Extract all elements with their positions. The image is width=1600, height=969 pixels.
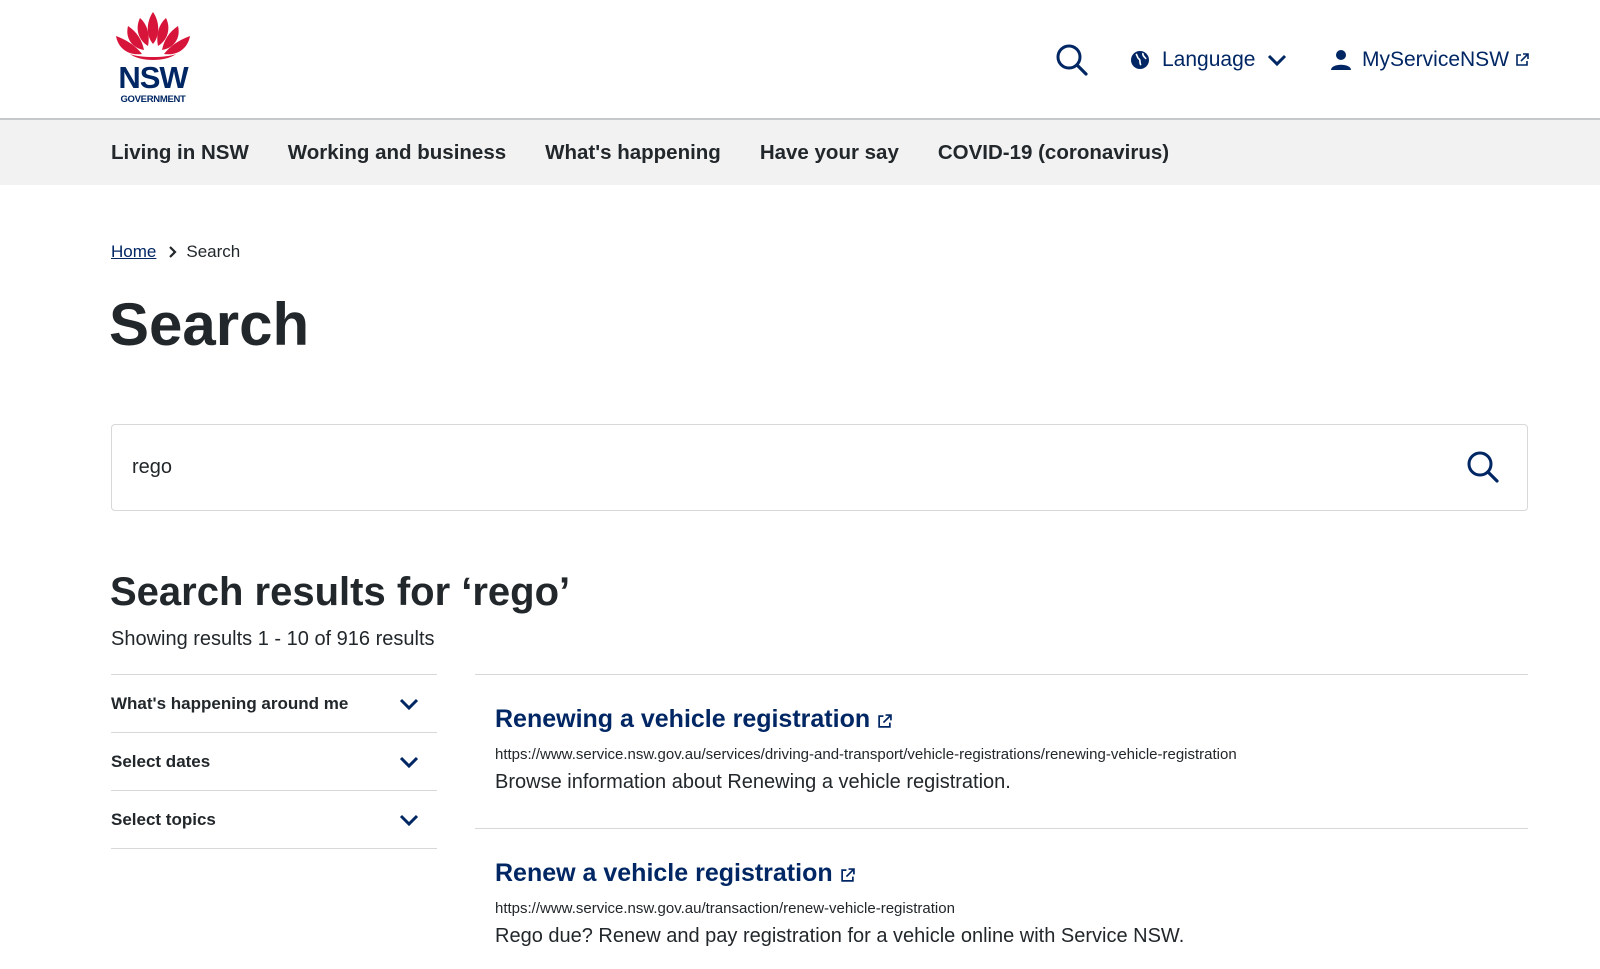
external-link-icon	[878, 714, 892, 728]
nav-item-working-and-business[interactable]: Working and business	[288, 141, 506, 165]
filter-panel: What's happening around me Select dates …	[111, 674, 437, 849]
results-heading: Search results for ‘rego’	[110, 570, 571, 614]
result-url: https://www.service.nsw.gov.au/services/…	[495, 746, 1237, 763]
logo-wordmark: NSW	[118, 60, 188, 95]
nav-item-living-in-nsw[interactable]: Living in NSW	[111, 141, 249, 165]
search-result: Renew a vehicle registration https://www…	[475, 829, 1528, 969]
result-description: Rego due? Renew and pay registration for…	[495, 925, 1185, 947]
language-selector[interactable]: Language	[1130, 44, 1287, 76]
header-search-button[interactable]	[1054, 42, 1090, 78]
nav-item-whats-happening[interactable]: What's happening	[545, 141, 721, 165]
language-label: Language	[1162, 48, 1256, 71]
breadcrumb-current: Search	[186, 242, 241, 261]
breadcrumb-home-link[interactable]: Home	[111, 242, 156, 262]
filter-label: Select topics	[111, 809, 216, 829]
filter-select-dates[interactable]: Select dates	[111, 733, 437, 791]
filter-label: Select dates	[111, 751, 211, 771]
search-icon	[1467, 451, 1499, 483]
myservicensw-link[interactable]: MyServiceNSW	[1330, 44, 1529, 76]
nsw-government-logo[interactable]: NSW GOVERNMENT	[110, 10, 200, 106]
chevron-down-icon	[1268, 54, 1287, 67]
site-header: NSW GOVERNMENT Language MyServiceNSW	[0, 0, 1600, 120]
search-form	[111, 424, 1528, 511]
search-submit-button[interactable]	[1465, 449, 1501, 485]
filter-select-topics[interactable]: Select topics	[111, 791, 437, 849]
globe-icon	[1131, 51, 1149, 69]
chevron-down-icon	[399, 814, 419, 826]
chevron-right-icon	[169, 246, 177, 258]
result-title: Renew a vehicle registration	[495, 859, 833, 887]
results-count: Showing results 1 - 10 of 916 results	[111, 628, 435, 650]
chevron-down-icon	[399, 698, 419, 710]
main-navigation: Living in NSW Working and business What'…	[0, 120, 1600, 185]
logo-subtitle: GOVERNMENT	[120, 94, 186, 105]
result-description: Browse information about Renewing a vehi…	[495, 771, 1011, 793]
search-input[interactable]	[132, 425, 1432, 510]
nav-item-covid-19[interactable]: COVID-19 (coronavirus)	[938, 141, 1169, 165]
breadcrumb: Home Search	[111, 242, 240, 262]
page-title: Search	[109, 291, 310, 358]
external-link-icon	[840, 868, 855, 882]
filter-whats-happening-around-me[interactable]: What's happening around me	[111, 675, 437, 733]
results-list: Renewing a vehicle registration https://…	[475, 674, 1528, 969]
result-title-link[interactable]: Renew a vehicle registration	[495, 859, 1508, 888]
waratah-icon	[116, 12, 190, 60]
search-icon	[1056, 44, 1088, 76]
external-link-icon	[1516, 53, 1529, 66]
search-result: Renewing a vehicle registration https://…	[475, 675, 1528, 829]
result-title-link[interactable]: Renewing a vehicle registration	[495, 705, 1508, 734]
filter-label: What's happening around me	[111, 693, 349, 713]
person-icon	[1331, 50, 1351, 70]
nav-item-have-your-say[interactable]: Have your say	[760, 141, 899, 165]
chevron-down-icon	[399, 756, 419, 768]
result-url: https://www.service.nsw.gov.au/transacti…	[495, 900, 955, 917]
result-title: Renewing a vehicle registration	[495, 705, 871, 733]
myservicensw-label: MyServiceNSW	[1362, 48, 1510, 71]
